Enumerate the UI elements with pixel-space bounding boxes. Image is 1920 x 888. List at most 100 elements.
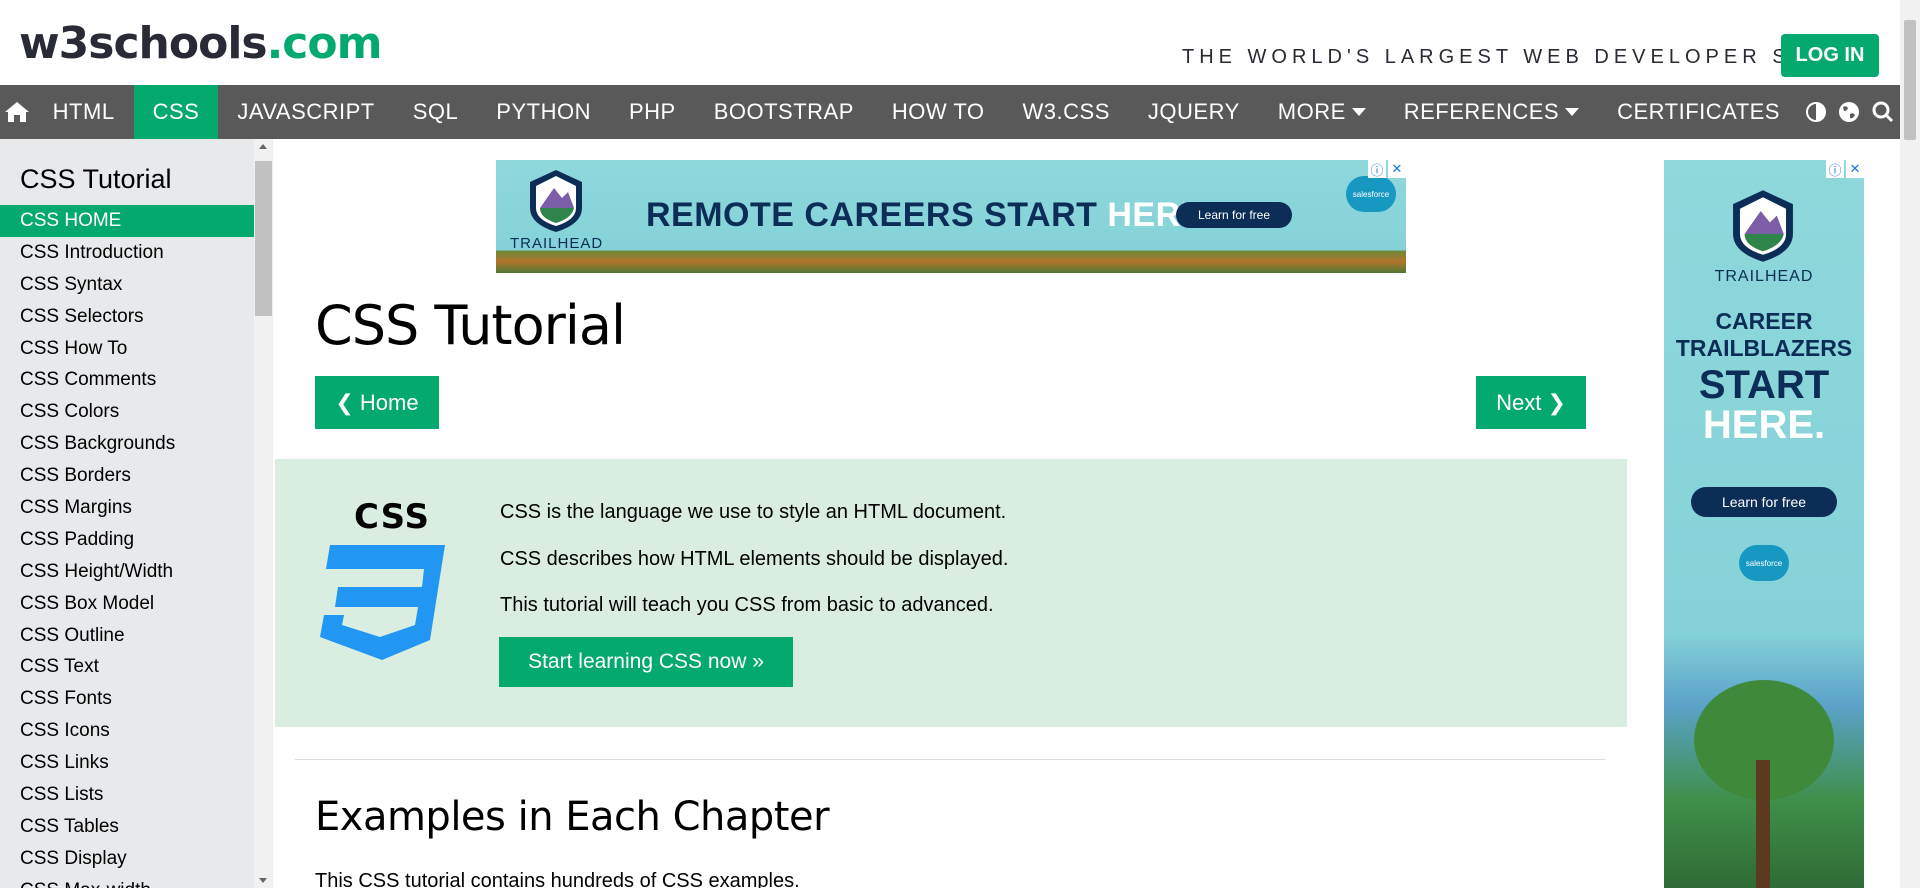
nav-label: HOW TO <box>891 99 985 124</box>
scroll-up-arrow-icon[interactable] <box>259 144 267 149</box>
ad-headline: REMOTE CAREERS START HERE. <box>646 196 1214 235</box>
ad-cta-button[interactable]: Learn for free <box>1176 202 1292 228</box>
nav-label: W3.CSS <box>1022 99 1110 124</box>
ad-line: HERE. <box>1702 403 1826 447</box>
nav-item-w3css[interactable]: W3.CSS <box>1004 85 1129 139</box>
contrast-icon[interactable] <box>1799 85 1833 139</box>
nav-item-css[interactable]: CSS <box>133 85 219 139</box>
section-heading: Examples in Each Chapter <box>315 794 830 840</box>
nav-item-bootstrap[interactable]: BOOTSTRAP <box>695 85 873 139</box>
sidebar-scrollbar[interactable] <box>254 139 273 888</box>
salesforce-logo: salesforce <box>1346 176 1396 212</box>
nav-label: MORE <box>1277 99 1346 124</box>
nav-label: PYTHON <box>496 99 591 124</box>
trailhead-logo-icon <box>530 170 582 232</box>
ad-close-icon[interactable]: ✕ <box>1846 160 1864 178</box>
top-banner-ad[interactable]: TRAILHEAD REMOTE CAREERS START HERE. Lea… <box>496 160 1406 273</box>
w3schools-logo[interactable]: w3schools.com <box>19 22 382 66</box>
nav-item-html[interactable]: HTML <box>34 85 134 139</box>
right-ad-column: TRAILHEAD CAREER TRAILBLAZERS START HERE… <box>1627 139 1900 888</box>
right-skyscraper-ad[interactable]: TRAILHEAD CAREER TRAILBLAZERS START HERE… <box>1664 160 1864 888</box>
sidebar-item-css-margins[interactable]: CSS Margins <box>0 492 254 524</box>
sidebar-item-css-how-to[interactable]: CSS How To <box>0 333 254 365</box>
ad-brand: TRAILHEAD <box>510 235 604 252</box>
nav-label: JAVASCRIPT <box>237 99 375 124</box>
globe-icon[interactable] <box>1833 85 1867 139</box>
home-icon[interactable] <box>0 85 34 139</box>
css3-logo: CSS <box>320 497 445 672</box>
ad-headline-part: REMOTE CAREERS START <box>646 196 1098 234</box>
sidebar-item-css-syntax[interactable]: CSS Syntax <box>0 269 254 301</box>
ad-line: START <box>1698 363 1830 407</box>
nav-label: JQUERY <box>1147 99 1240 124</box>
sidebar-item-css-icons[interactable]: CSS Icons <box>0 715 254 747</box>
css-logo-text: CSS <box>354 497 431 537</box>
next-button[interactable]: Next ❯ <box>1476 376 1586 429</box>
page-scroll-thumb[interactable] <box>1904 20 1916 140</box>
home-button[interactable]: ❮ Home <box>315 376 439 429</box>
ad-info-icon[interactable]: ⓘ <box>1826 160 1844 178</box>
intro-text-line: This tutorial will teach you CSS from ba… <box>500 594 994 616</box>
caret-down-icon <box>1351 108 1366 116</box>
nav-item-how-to[interactable]: HOW TO <box>873 85 1004 139</box>
page-scrollbar[interactable] <box>1900 0 1920 888</box>
nav-label: HTML <box>52 99 115 124</box>
logo-suffix-text: .com <box>266 18 383 69</box>
nav-item-more[interactable]: MORE <box>1259 85 1385 139</box>
sidebar-item-css-outline[interactable]: CSS Outline <box>0 620 254 652</box>
sidebar-item-css-display[interactable]: CSS Display <box>0 843 254 875</box>
sidebar-item-css-fonts[interactable]: CSS Fonts <box>0 683 254 715</box>
ad-info-icon[interactable]: ⓘ <box>1368 160 1386 178</box>
sidebar-list: CSS HOME CSS Introduction CSS Syntax CSS… <box>0 205 254 888</box>
site-tagline: THE WORLD'S LARGEST WEB DEVELOPER SITE <box>1182 46 1837 68</box>
section-text: This CSS tutorial contains hundreds of C… <box>315 870 800 888</box>
salesforce-logo: salesforce <box>1739 545 1789 581</box>
ad-brand: TRAILHEAD <box>1714 268 1814 285</box>
nav-item-jquery[interactable]: JQUERY <box>1129 85 1259 139</box>
intro-text-line: CSS describes how HTML elements should b… <box>500 548 1009 570</box>
ad-close-icon[interactable]: ✕ <box>1388 160 1406 178</box>
sidebar-title: CSS Tutorial <box>20 164 172 194</box>
nav-label: PHP <box>628 99 676 124</box>
sidebar-item-css-home[interactable]: CSS HOME <box>0 205 254 237</box>
ad-line: CAREER <box>1715 308 1813 334</box>
logo-main-text: w3schools <box>19 18 268 69</box>
sidebar-item-css-padding[interactable]: CSS Padding <box>0 524 254 556</box>
sidebar-scroll-thumb[interactable] <box>255 161 272 316</box>
nav-item-python[interactable]: PYTHON <box>477 85 610 139</box>
css3-shield-icon <box>320 545 445 660</box>
sidebar-item-css-text[interactable]: CSS Text <box>0 651 254 683</box>
sidebar-item-css-tables[interactable]: CSS Tables <box>0 811 254 843</box>
sidebar-item-css-introduction[interactable]: CSS Introduction <box>0 237 254 269</box>
tree-trunk-illustration <box>1756 760 1770 888</box>
ad-cta-button[interactable]: Learn for free <box>1691 487 1837 517</box>
intro-text-line: CSS is the language we use to style an H… <box>500 501 1007 523</box>
sidebar-item-css-box-model[interactable]: CSS Box Model <box>0 588 254 620</box>
nav-item-sql[interactable]: SQL <box>394 85 478 139</box>
sidebar-item-css-backgrounds[interactable]: CSS Backgrounds <box>0 428 254 460</box>
nav-item-php[interactable]: PHP <box>610 85 695 139</box>
sidebar-item-css-comments[interactable]: CSS Comments <box>0 364 254 396</box>
divider <box>295 759 1605 760</box>
intro-panel: CSS CSS is the language we use to style … <box>275 459 1627 727</box>
search-icon[interactable] <box>1866 85 1900 139</box>
sidebar-item-css-colors[interactable]: CSS Colors <box>0 396 254 428</box>
sidebar-item-css-max-width[interactable]: CSS Max-width <box>0 875 254 888</box>
nav-item-javascript[interactable]: JAVASCRIPT <box>218 85 393 139</box>
scroll-down-arrow-icon[interactable] <box>259 878 267 883</box>
nav-item-certificates[interactable]: CERTIFICATES <box>1598 85 1799 139</box>
trailhead-logo-icon <box>1733 190 1793 262</box>
sidebar: CSS Tutorial CSS HOME CSS Introduction C… <box>0 139 273 888</box>
start-learning-button[interactable]: Start learning CSS now » <box>499 637 793 687</box>
nav-label: SQL <box>412 99 459 124</box>
nav-item-references[interactable]: REFERENCES <box>1385 85 1598 139</box>
sidebar-item-css-selectors[interactable]: CSS Selectors <box>0 301 254 333</box>
caret-down-icon <box>1565 108 1580 116</box>
sidebar-item-css-borders[interactable]: CSS Borders <box>0 460 254 492</box>
sidebar-item-css-links[interactable]: CSS Links <box>0 747 254 779</box>
sidebar-item-css-height-width[interactable]: CSS Height/Width <box>0 556 254 588</box>
main-content: TRAILHEAD REMOTE CAREERS START HERE. Lea… <box>275 139 1627 888</box>
login-button[interactable]: LOG IN <box>1781 34 1879 77</box>
nav-label: REFERENCES <box>1403 99 1560 124</box>
sidebar-item-css-lists[interactable]: CSS Lists <box>0 779 254 811</box>
